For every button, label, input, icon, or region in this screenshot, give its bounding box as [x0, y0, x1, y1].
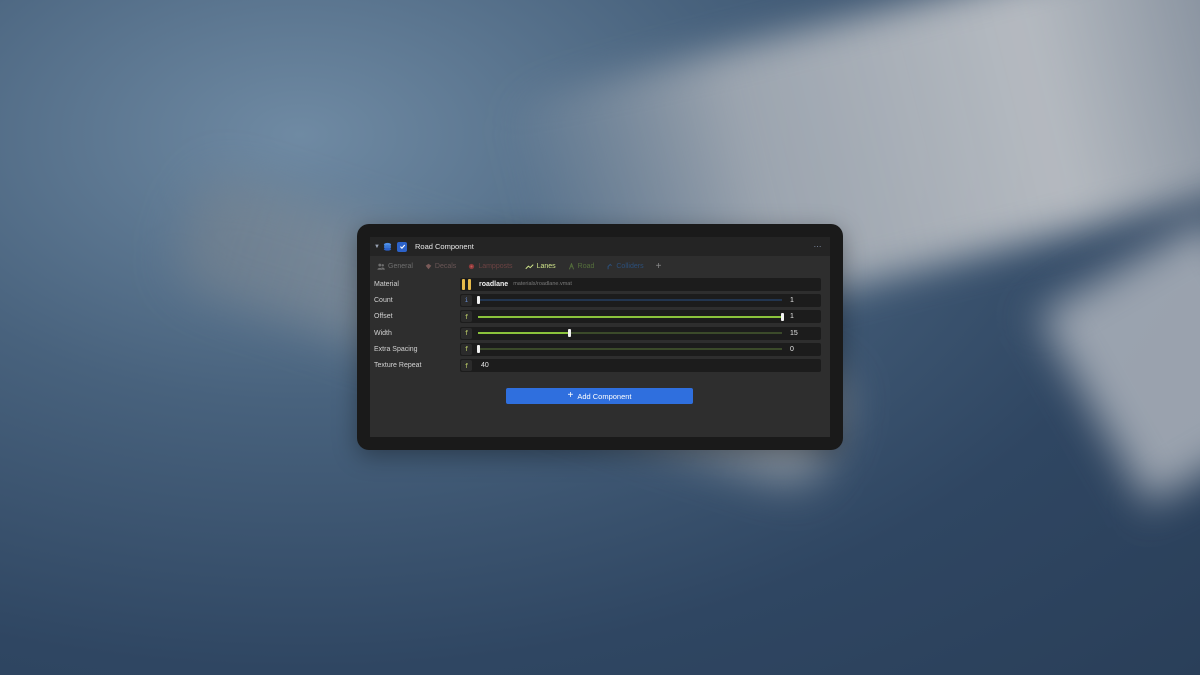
material-name: roadlane — [479, 280, 509, 288]
count-value[interactable]: 1 — [790, 297, 794, 304]
tab-bar: General Decals Lampposts Lanes Road Coll… — [370, 258, 830, 274]
property-row-offset: Offset f 1 — [374, 309, 821, 325]
lanes-icon — [524, 263, 534, 269]
people-icon — [377, 263, 385, 270]
property-list: Material roadlane materials/roadlane.vma… — [370, 276, 830, 374]
material-swatch-icon — [462, 278, 471, 290]
add-component-label: Add Component — [577, 391, 632, 401]
slider-fill — [478, 332, 570, 335]
property-label: Offset — [374, 313, 393, 321]
property-row-count: Count i 1 — [374, 292, 821, 308]
component-panel: ▼ Road Component ⋯ General Decals Lamppo… — [370, 237, 830, 437]
texture-repeat-field[interactable]: f 40 — [460, 359, 821, 373]
width-field[interactable]: f 15 — [460, 326, 821, 340]
tab-label: Road — [577, 262, 595, 270]
more-options-button[interactable]: ⋯ — [814, 242, 827, 251]
property-row-texture-repeat: Texture Repeat f 40 — [374, 357, 821, 373]
float-type-badge: f — [461, 327, 472, 339]
count-field[interactable]: i 1 — [460, 293, 821, 307]
tab-label: Lanes — [536, 262, 556, 270]
property-label: Extra Spacing — [374, 345, 418, 353]
property-label: Texture Repeat — [374, 362, 422, 370]
tab-lanes[interactable]: Lanes — [524, 262, 556, 270]
texture-repeat-value[interactable]: 40 — [481, 362, 489, 369]
tab-decals[interactable]: Decals — [425, 263, 456, 270]
tab-label: General — [388, 262, 413, 270]
decal-icon — [425, 263, 432, 269]
property-label: Width — [374, 329, 392, 337]
enabled-checkbox[interactable] — [397, 241, 407, 252]
tab-general[interactable]: General — [377, 263, 413, 270]
extra-spacing-value[interactable]: 0 — [790, 346, 794, 353]
component-header: ▼ Road Component ⋯ — [370, 237, 830, 256]
tab-road[interactable]: Road — [568, 262, 595, 270]
window-frame: ▼ Road Component ⋯ General Decals Lamppo… — [357, 224, 843, 450]
material-path: materials/roadlane.vmat — [513, 281, 572, 288]
road-icon — [568, 262, 574, 269]
property-row-extra-spacing: Extra Spacing f 0 — [374, 341, 821, 357]
background-blur — [1038, 214, 1200, 506]
float-type-badge: f — [461, 311, 472, 323]
plus-icon: + — [567, 390, 574, 401]
tab-label: Decals — [434, 262, 457, 270]
checkmark-icon — [399, 244, 405, 250]
property-label: Material — [374, 280, 399, 288]
offset-field[interactable]: f 1 — [460, 310, 821, 324]
count-slider[interactable] — [477, 296, 782, 305]
extra-spacing-field[interactable]: f 0 — [460, 342, 821, 356]
component-title: Road Component — [415, 242, 474, 251]
road-component-icon — [382, 242, 392, 252]
property-row-material: Material roadlane materials/roadlane.vma… — [374, 276, 821, 292]
tab-label: Colliders — [616, 262, 644, 270]
slider-thumb[interactable] — [477, 296, 480, 305]
property-label: Count — [374, 296, 393, 304]
slider-thumb[interactable] — [477, 345, 480, 354]
slider-thumb[interactable] — [781, 312, 784, 321]
slider-fill — [478, 315, 782, 318]
offset-value[interactable]: 1 — [790, 313, 794, 320]
property-row-width: Width f 15 — [374, 325, 821, 341]
material-field[interactable]: roadlane materials/roadlane.vmat — [460, 277, 821, 291]
width-slider[interactable] — [478, 329, 782, 338]
int-type-badge: i — [461, 294, 472, 306]
collapse-caret-icon[interactable]: ▼ — [374, 244, 382, 250]
slider-thumb[interactable] — [568, 329, 572, 338]
float-type-badge: f — [461, 360, 472, 372]
offset-slider[interactable] — [478, 312, 784, 321]
add-tab-button[interactable]: + — [656, 261, 662, 272]
tab-lampposts[interactable]: Lampposts — [468, 262, 513, 270]
float-type-badge: f — [461, 343, 472, 355]
add-component-button[interactable]: + Add Component — [506, 388, 693, 404]
collider-icon — [607, 263, 613, 269]
tab-label: Lampposts — [478, 262, 513, 270]
lamppost-icon — [469, 263, 475, 269]
width-value[interactable]: 15 — [790, 330, 798, 337]
extra-spacing-slider[interactable] — [477, 345, 782, 354]
tab-colliders[interactable]: Colliders — [606, 262, 644, 270]
